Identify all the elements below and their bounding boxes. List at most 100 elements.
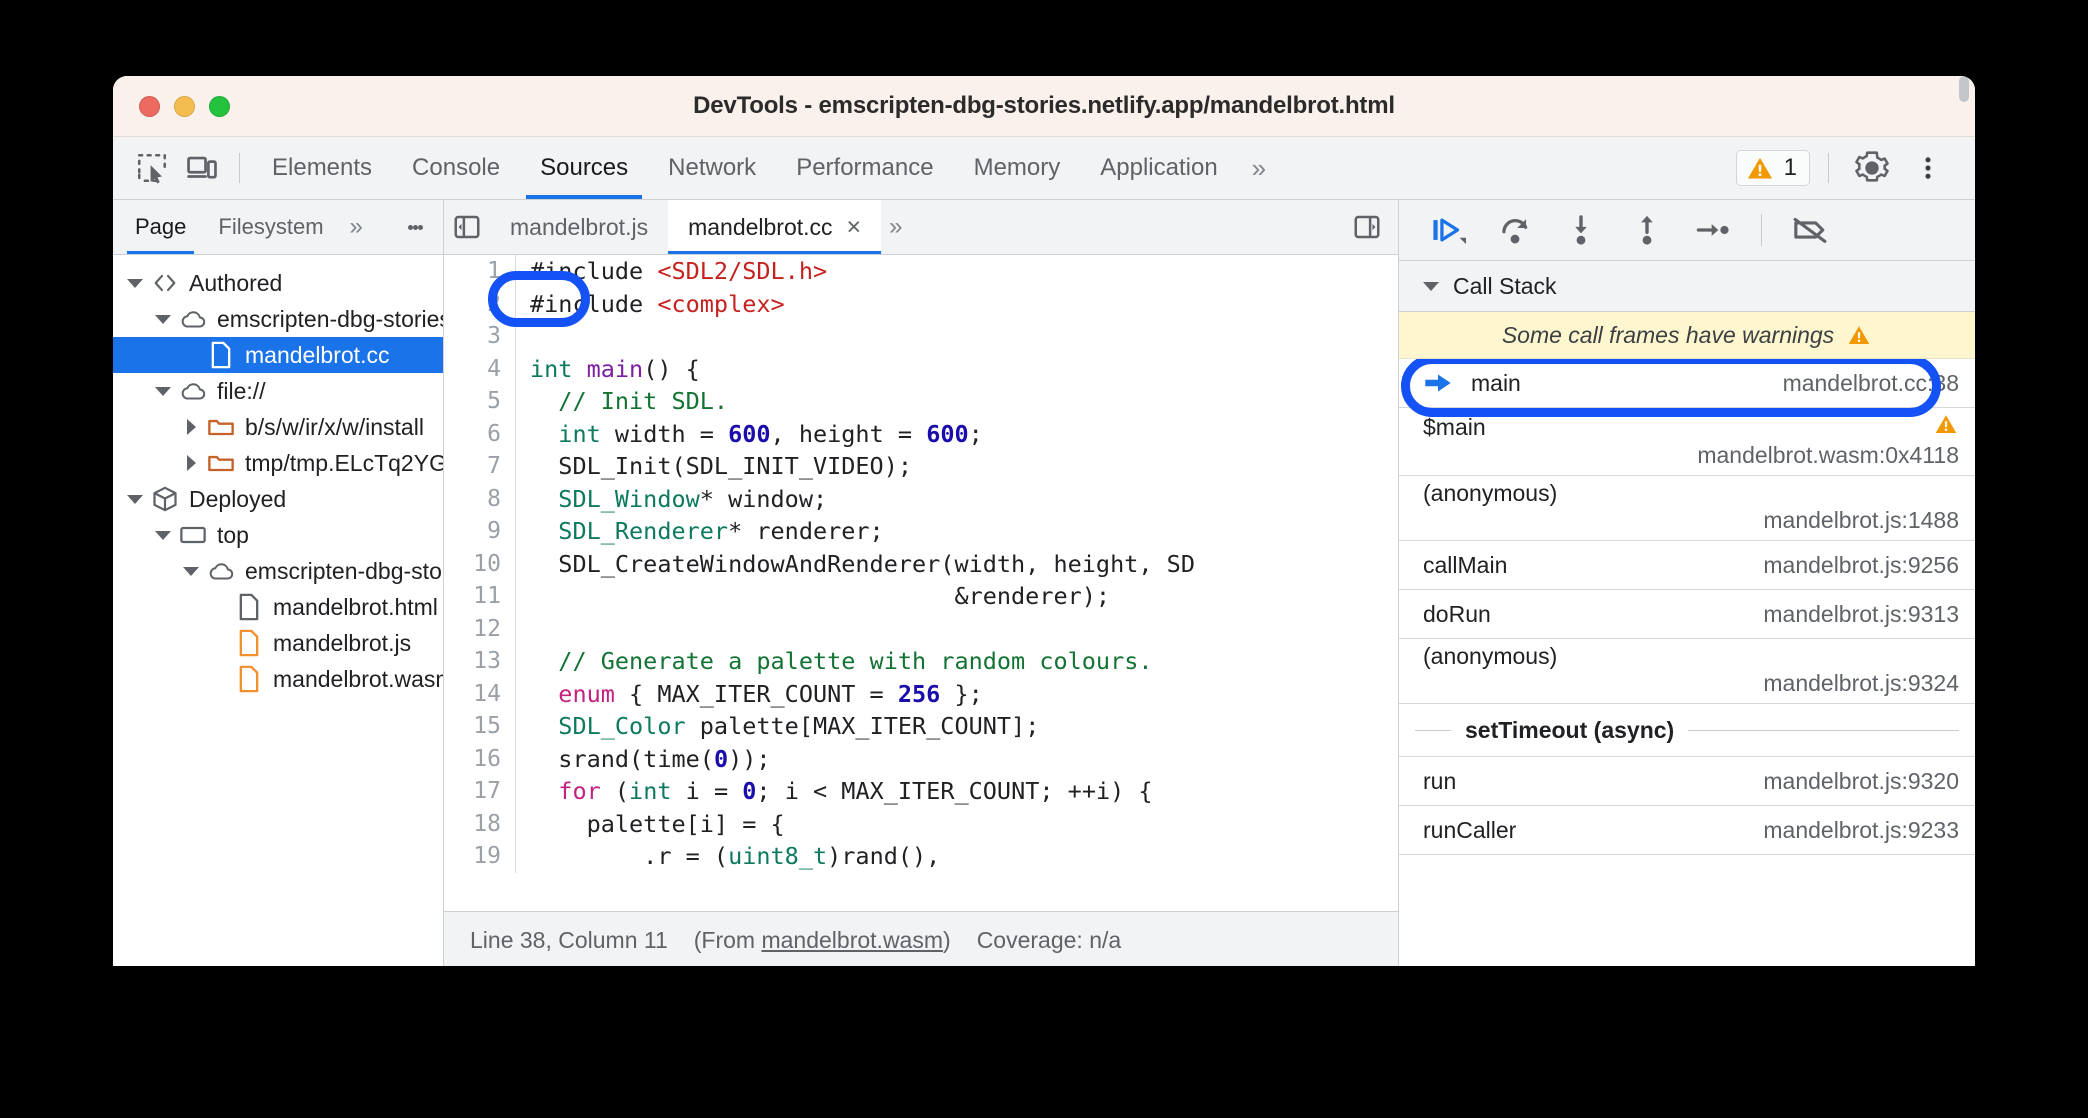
line-number[interactable]: 15 — [444, 710, 516, 743]
kebab-menu-icon[interactable] — [1907, 147, 1949, 189]
warning-count: 1 — [1783, 154, 1797, 181]
line-number[interactable]: 6 — [444, 417, 516, 450]
tab-performance[interactable]: Performance — [776, 137, 953, 199]
step-icon[interactable] — [1685, 207, 1741, 253]
tab-sources[interactable]: Sources — [520, 137, 648, 199]
call-stack-frame[interactable]: main mandelbrot.cc:38 — [1399, 359, 1975, 408]
chevron-down-icon[interactable] — [153, 381, 173, 401]
tree-item[interactable]: top — [113, 517, 443, 553]
tree-item[interactable]: file:// — [113, 373, 443, 409]
tree-item[interactable]: mandelbrot.js — [113, 625, 443, 661]
close-window-button[interactable] — [139, 95, 160, 117]
zoom-window-button[interactable] — [209, 95, 230, 117]
frame-location-row: mandelbrot.js:9324 — [1423, 670, 1959, 697]
expand-debugger-icon[interactable] — [1344, 200, 1390, 254]
call-stack-frame[interactable]: doRun mandelbrot.js:9313 — [1399, 590, 1975, 639]
call-stack-frame[interactable]: runCaller mandelbrot.js:9233 — [1399, 806, 1975, 855]
navigator-tabbar: Page Filesystem » — [113, 200, 443, 255]
editor-pane: mandelbrot.js mandelbrot.cc × » 1 #includ… — [444, 200, 1398, 966]
close-icon[interactable]: × — [847, 213, 862, 242]
inspect-element-icon[interactable] — [131, 147, 173, 189]
navigator-kebab-menu-icon[interactable] — [399, 200, 431, 254]
call-stack-section-header[interactable]: Call Stack — [1399, 261, 1975, 312]
call-stack-frame[interactable]: $main mandelbrot.wasm:0x4118 — [1399, 408, 1975, 476]
tree-item[interactable]: Deployed — [113, 481, 443, 517]
line-number[interactable]: 4 — [444, 352, 516, 385]
editor-tab-mandelbrot-cc[interactable]: mandelbrot.cc × — [668, 200, 882, 254]
gear-icon[interactable] — [1851, 147, 1893, 189]
tree-item[interactable]: mandelbrot.cc — [113, 337, 443, 373]
chevron-down-icon[interactable] — [153, 525, 173, 545]
line-number[interactable]: 2 — [444, 287, 516, 320]
tree-item[interactable]: emscripten-dbg-stories — [113, 301, 443, 337]
chevron-down-icon[interactable] — [125, 273, 145, 293]
line-number[interactable]: 7 — [444, 450, 516, 483]
call-stack-frame[interactable]: callMain mandelbrot.js:9256 — [1399, 541, 1975, 590]
origin-link[interactable]: mandelbrot.wasm — [761, 927, 943, 953]
call-stack-frame[interactable]: (anonymous) mandelbrot.js:1488 — [1399, 476, 1975, 541]
code-editor[interactable]: 1 #include <SDL2/SDL.h> 2 #include <complex… — [444, 255, 1398, 911]
tree-item[interactable]: tmp/tmp.ELcTq2YGN — [113, 445, 443, 481]
step-out-icon[interactable] — [1619, 207, 1675, 253]
step-over-icon[interactable] — [1487, 207, 1543, 253]
code-line-text: .r = (uint8_t)rand(), — [530, 842, 941, 870]
navigator-tab-page[interactable]: Page — [119, 200, 202, 254]
call-stack-frame[interactable]: run mandelbrot.js:9320 — [1399, 757, 1975, 806]
tab-application[interactable]: Application — [1080, 137, 1237, 199]
chevron-down-icon[interactable] — [153, 309, 173, 329]
line-number[interactable]: 3 — [444, 320, 516, 353]
coverage-status: Coverage: n/a — [976, 926, 1122, 953]
deactivate-breakpoints-icon[interactable] — [1782, 207, 1838, 253]
tab-network[interactable]: Network — [648, 137, 776, 199]
tab-memory[interactable]: Memory — [954, 137, 1081, 199]
code-line: 19 .r = (uint8_t)rand(), — [444, 840, 1398, 873]
code-line: 8 SDL_Window* window; — [444, 482, 1398, 515]
warning-count-button[interactable]: 1 — [1735, 150, 1810, 186]
line-number[interactable]: 12 — [444, 612, 516, 645]
tree-item[interactable]: mandelbrot.html — [113, 589, 443, 625]
tree-item[interactable]: b/s/w/ir/x/w/install — [113, 409, 443, 445]
debugger-scrollbar[interactable] — [1959, 76, 1969, 102]
frame-location: mandelbrot.js:9233 — [1763, 816, 1959, 843]
navigator-tab-filesystem[interactable]: Filesystem — [202, 200, 339, 254]
line-number[interactable]: 9 — [444, 515, 516, 548]
tree-item[interactable]: Authored — [113, 265, 443, 301]
line-number[interactable]: 8 — [444, 482, 516, 515]
call-stack-frame[interactable]: (anonymous) mandelbrot.js:9324 — [1399, 639, 1975, 704]
chevron-down-icon[interactable] — [125, 489, 145, 509]
device-toolbar-icon[interactable] — [181, 147, 223, 189]
editor-more-tabs-chevron-icon[interactable]: » — [881, 213, 905, 241]
cloud-icon — [179, 377, 207, 405]
line-number[interactable]: 18 — [444, 807, 516, 840]
code-line-text: SDL_Color palette[MAX_ITER_COUNT]; — [558, 712, 1040, 740]
line-number[interactable]: 11 — [444, 580, 516, 613]
chevron-right-icon[interactable] — [181, 417, 201, 437]
tree-item-label: Deployed — [189, 485, 287, 512]
editor-tab-mandelbrot-js[interactable]: mandelbrot.js — [490, 200, 668, 254]
resume-script-icon[interactable] — [1421, 207, 1477, 253]
chevron-down-icon[interactable] — [181, 561, 201, 581]
frame-location: mandelbrot.cc:38 — [1782, 369, 1959, 396]
navigator-more-tabs-chevron-icon[interactable]: » — [340, 213, 368, 241]
line-number[interactable]: 19 — [444, 840, 516, 873]
execution-pointer-icon — [1425, 374, 1451, 392]
line-number[interactable]: 17 — [444, 775, 516, 808]
collapse-navigator-icon[interactable] — [444, 200, 490, 254]
line-number[interactable]: 10 — [444, 547, 516, 580]
tree-item[interactable]: mandelbrot.wasm — [113, 661, 443, 697]
minimize-window-button[interactable] — [174, 95, 195, 117]
line-number[interactable]: 1 — [444, 255, 516, 288]
more-tabs-chevron-icon[interactable]: » — [1238, 153, 1275, 184]
line-number[interactable]: 5 — [444, 385, 516, 418]
line-number[interactable]: 14 — [444, 677, 516, 710]
editor-tab-label: mandelbrot.cc — [688, 213, 833, 240]
tab-console[interactable]: Console — [392, 137, 520, 199]
tree-item[interactable]: emscripten-dbg-stor — [113, 553, 443, 589]
step-into-icon[interactable] — [1553, 207, 1609, 253]
line-number[interactable]: 16 — [444, 742, 516, 775]
chevron-right-icon[interactable] — [181, 453, 201, 473]
line-number[interactable]: 13 — [444, 645, 516, 678]
tab-elements[interactable]: Elements — [252, 137, 392, 199]
